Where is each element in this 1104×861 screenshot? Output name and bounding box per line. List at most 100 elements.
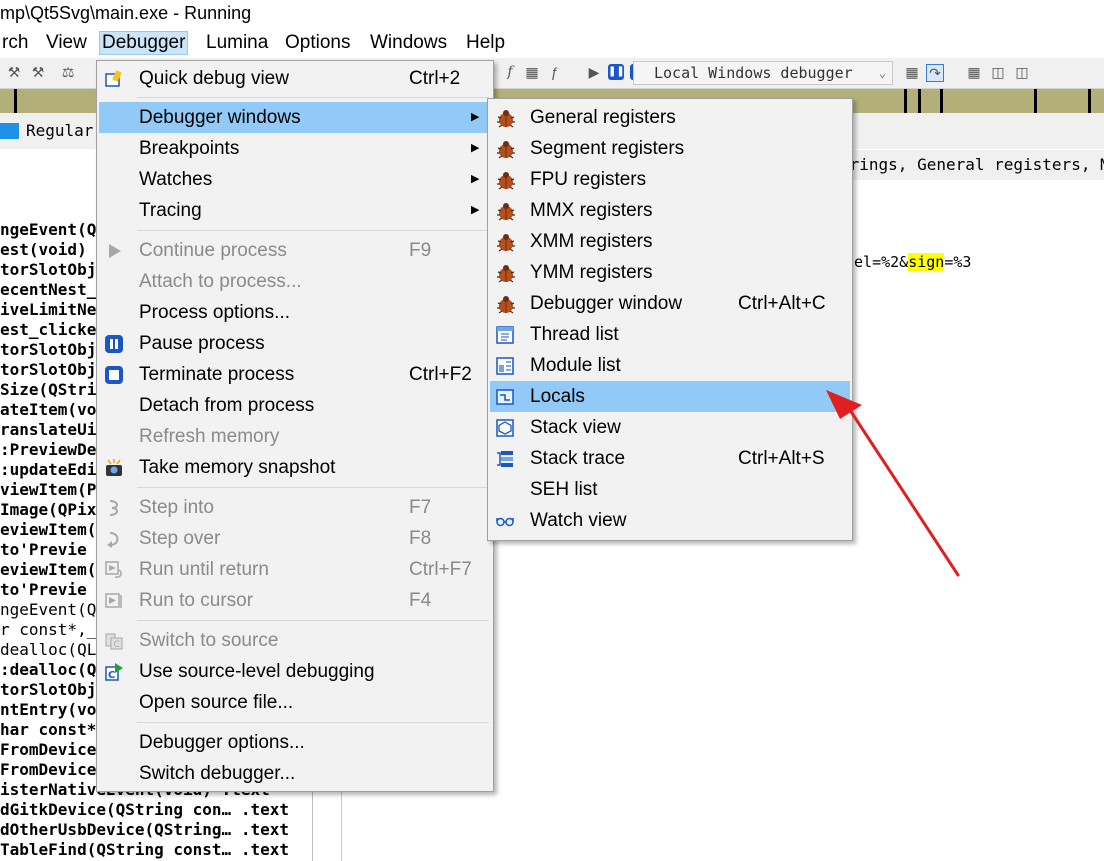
menu-item-label: Step over bbox=[139, 528, 221, 549]
toolbar-tool-icon[interactable]: ↷ bbox=[926, 64, 944, 82]
function-row[interactable]: FromDevice bbox=[0, 740, 96, 760]
function-row[interactable]: to'Previe bbox=[0, 540, 87, 560]
menu-item-terminate-process[interactable]: Terminate process Ctrl+F2 bbox=[99, 359, 491, 390]
function-row[interactable]: torSlotObj bbox=[0, 680, 96, 700]
menu-item-fpu-registers[interactable]: FPU registers bbox=[490, 164, 850, 195]
menu-item-process-options[interactable]: Process options... bbox=[99, 297, 491, 328]
menu-item-mmx-registers[interactable]: MMX registers bbox=[490, 195, 850, 226]
function-row[interactable]: ateItem(vo bbox=[0, 400, 96, 420]
function-row[interactable]: torSlotObj_ bbox=[0, 260, 106, 280]
function-row[interactable]: ntEntry(vo bbox=[0, 700, 96, 720]
menu-windows[interactable]: Windows bbox=[368, 32, 449, 54]
menu-item-label: Refresh memory bbox=[139, 426, 280, 447]
menu-item-module-list[interactable]: Module list bbox=[490, 350, 850, 381]
menu-lumina[interactable]: Lumina bbox=[204, 32, 270, 54]
function-row[interactable]: ngeEvent(Q bbox=[0, 600, 96, 620]
function-row[interactable]: to'Previe bbox=[0, 580, 87, 600]
toolbar-tool-icon[interactable]: ⚖ bbox=[60, 64, 76, 80]
menu-item-breakpoints[interactable]: Breakpoints ▶ bbox=[99, 133, 491, 164]
function-row[interactable]: har const* bbox=[0, 720, 96, 740]
menu-item-switch-to-source[interactable]: C Switch to source bbox=[99, 625, 491, 656]
pause-process-icon[interactable]: ❚❚ bbox=[608, 64, 625, 80]
function-row[interactable]: TableFind(QString const… .text bbox=[0, 840, 289, 860]
menu-item-shortcut: F7 bbox=[409, 497, 432, 518]
menu-item-run-to-cursor[interactable]: Run to cursor F4 bbox=[99, 585, 491, 616]
menu-item-watches[interactable]: Watches ▶ bbox=[99, 164, 491, 195]
menu-options[interactable]: Options bbox=[283, 32, 352, 54]
source-debugging-icon: C bbox=[105, 663, 123, 681]
menu-debugger[interactable]: Debugger bbox=[98, 31, 189, 55]
function-row[interactable]: viewItem(P bbox=[0, 480, 96, 500]
debugger-menu: Quick debug view Ctrl+2 Debugger windows… bbox=[96, 60, 494, 792]
menu-item-debugger-windows[interactable]: Debugger windows ▶ bbox=[99, 102, 491, 133]
toolbar-tool-icon[interactable]: ⚒ bbox=[30, 64, 46, 80]
menu-item-watch-view[interactable]: Watch view bbox=[490, 505, 850, 536]
function-row[interactable]: Size(QStri bbox=[0, 380, 96, 400]
function-row[interactable]: ngeEvent(QE bbox=[0, 220, 106, 240]
menu-item-label: Stack view bbox=[530, 417, 621, 438]
menu-item-refresh-memory[interactable]: Refresh memory bbox=[99, 421, 491, 452]
menu-item-locals[interactable]: Locals bbox=[490, 381, 850, 412]
toolbar-tool-icon[interactable]: ƒ bbox=[546, 64, 562, 80]
menu-item-quick-debug-view[interactable]: Quick debug view Ctrl+2 bbox=[99, 63, 491, 94]
menu-item-thread-list[interactable]: Thread list bbox=[490, 319, 850, 350]
toolbar-tool-icon[interactable]: ▦ bbox=[966, 64, 982, 80]
function-row[interactable]: eviewItem( bbox=[0, 520, 96, 540]
function-row[interactable]: est_clicke bbox=[0, 320, 96, 340]
nav-stripe bbox=[14, 89, 17, 113]
menu-item-take-memory-snapshot[interactable]: Take memory snapshot bbox=[99, 452, 491, 483]
function-row[interactable]: :dealloc(Q bbox=[0, 660, 96, 680]
function-row[interactable]: ecentNest_ bbox=[0, 280, 96, 300]
menu-view[interactable]: View bbox=[44, 32, 89, 54]
menu-item-step-into[interactable]: Step into F7 bbox=[99, 492, 491, 523]
start-process-icon[interactable]: ▶ bbox=[586, 64, 602, 80]
menu-item-continue-process[interactable]: Continue process F9 bbox=[99, 235, 491, 266]
function-row[interactable]: torSlotObj_ bbox=[0, 360, 106, 380]
menu-item-general-registers[interactable]: General registers bbox=[490, 102, 850, 133]
menu-item-debugger-window[interactable]: Debugger window Ctrl+Alt+C bbox=[490, 288, 850, 319]
function-row[interactable]: ranslateUi bbox=[0, 420, 96, 440]
function-row[interactable]: Image(QPix bbox=[0, 500, 96, 520]
menu-item-attach-to-process[interactable]: Attach to process... bbox=[99, 266, 491, 297]
function-row[interactable]: iveLimitNe bbox=[0, 300, 96, 320]
function-row[interactable]: dOtherUsbDevice(QString… .text bbox=[0, 820, 289, 840]
menu-item-debugger-options[interactable]: Debugger options... bbox=[99, 727, 491, 758]
legend-regular-label: Regular bbox=[26, 121, 94, 140]
tab-strip[interactable]: trings, General registers, Mo bbox=[840, 150, 1104, 180]
legend-swatch bbox=[0, 123, 19, 139]
toolbar-tool-icon[interactable]: ◫ bbox=[990, 64, 1006, 80]
function-row[interactable]: FromDevice bbox=[0, 760, 96, 780]
menu-item-pause-process[interactable]: Pause process bbox=[99, 328, 491, 359]
menu-item-ymm-registers[interactable]: YMM registers bbox=[490, 257, 850, 288]
menu-item-tracing[interactable]: Tracing ▶ bbox=[99, 195, 491, 226]
debugger-select[interactable]: Local Windows debugger ⌄ bbox=[633, 61, 893, 85]
function-icon[interactable]: f bbox=[502, 64, 518, 80]
menu-item-use-source-level-debugging[interactable]: C Use source-level debugging bbox=[99, 656, 491, 687]
toolbar-tool-icon[interactable]: ◫ bbox=[1014, 64, 1030, 80]
toolbar-tool-icon[interactable]: ▦ bbox=[904, 64, 920, 80]
menu-item-xmm-registers[interactable]: XMM registers bbox=[490, 226, 850, 257]
function-row[interactable]: est(void) bbox=[0, 240, 87, 260]
function-row[interactable]: torSlotObj_ bbox=[0, 340, 106, 360]
menu-item-stack-view[interactable]: Stack view bbox=[490, 412, 850, 443]
toolbar-tool-icon[interactable]: ▦ bbox=[524, 64, 540, 80]
menu-help[interactable]: Help bbox=[464, 32, 507, 54]
menu-item-detach-from-process[interactable]: Detach from process bbox=[99, 390, 491, 421]
camera-icon bbox=[106, 459, 122, 476]
function-row[interactable]: dGitkDevice(QString con… .text bbox=[0, 800, 289, 820]
function-row[interactable]: eviewItem( bbox=[0, 560, 96, 580]
menu-item-run-until-return[interactable]: Run until return Ctrl+F7 bbox=[99, 554, 491, 585]
menu-item-switch-debugger[interactable]: Switch debugger... bbox=[99, 758, 491, 789]
menu-search[interactable]: rch bbox=[0, 32, 30, 54]
menu-item-segment-registers[interactable]: Segment registers bbox=[490, 133, 850, 164]
function-row[interactable]: :updateEdi bbox=[0, 460, 96, 480]
menu-item-stack-trace[interactable]: Stack trace Ctrl+Alt+S bbox=[490, 443, 850, 474]
function-row[interactable]: :PreviewDe bbox=[0, 440, 96, 460]
menu-item-seh-list[interactable]: SEH list bbox=[490, 474, 850, 505]
menu-item-label: Tracing bbox=[139, 200, 202, 221]
menu-item-step-over[interactable]: Step over F8 bbox=[99, 523, 491, 554]
menu-item-open-source-file[interactable]: Open source file... bbox=[99, 687, 491, 718]
menu-item-label: Breakpoints bbox=[139, 138, 240, 159]
toolbar-tool-icon[interactable]: ⚒ bbox=[6, 64, 22, 80]
function-row[interactable]: r const*,_( bbox=[0, 620, 106, 640]
